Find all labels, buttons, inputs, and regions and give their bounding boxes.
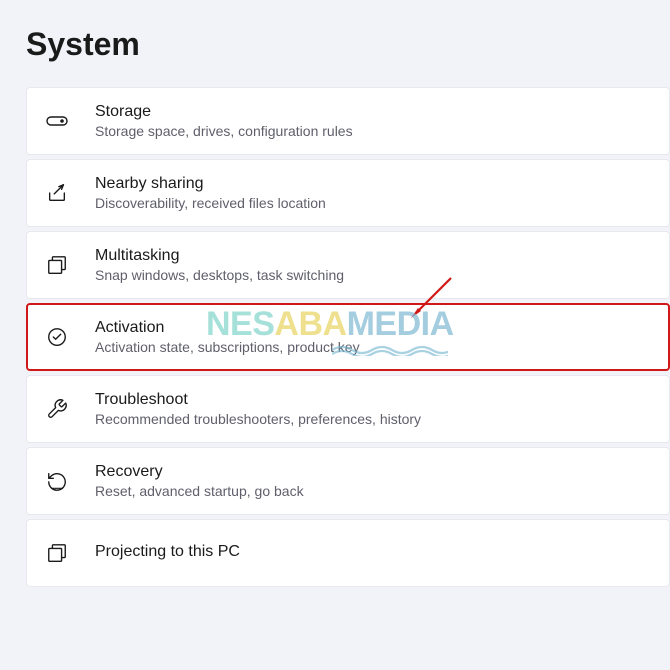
card-subtitle: Recommended troubleshooters, preferences…	[95, 411, 421, 427]
card-subtitle: Discoverability, received files location	[95, 195, 326, 211]
activation-icon	[45, 325, 69, 349]
settings-item-troubleshoot[interactable]: Troubleshoot Recommended troubleshooters…	[26, 375, 670, 443]
settings-item-nearby-sharing[interactable]: Nearby sharing Discoverability, received…	[26, 159, 670, 227]
card-subtitle: Reset, advanced startup, go back	[95, 483, 304, 499]
card-title: Projecting to this PC	[95, 543, 240, 561]
card-title: Activation	[95, 319, 360, 337]
card-title: Troubleshoot	[95, 391, 421, 409]
card-title: Storage	[95, 103, 353, 121]
card-subtitle: Storage space, drives, configuration rul…	[95, 123, 353, 139]
card-subtitle: Snap windows, desktops, task switching	[95, 267, 344, 283]
settings-item-storage[interactable]: Storage Storage space, drives, configura…	[26, 87, 670, 155]
settings-item-projecting[interactable]: Projecting to this PC	[26, 519, 670, 587]
settings-list: Storage Storage space, drives, configura…	[0, 87, 670, 587]
recovery-icon	[45, 469, 69, 493]
troubleshoot-icon	[45, 397, 69, 421]
settings-item-multitasking[interactable]: Multitasking Snap windows, desktops, tas…	[26, 231, 670, 299]
multitasking-icon	[45, 253, 69, 277]
settings-item-recovery[interactable]: Recovery Reset, advanced startup, go bac…	[26, 447, 670, 515]
card-subtitle: Activation state, subscriptions, product…	[95, 339, 360, 355]
projecting-icon	[45, 541, 69, 565]
share-icon	[45, 181, 69, 205]
card-title: Multitasking	[95, 247, 344, 265]
settings-item-activation[interactable]: Activation Activation state, subscriptio…	[26, 303, 670, 371]
card-title: Nearby sharing	[95, 175, 326, 193]
card-title: Recovery	[95, 463, 304, 481]
page-title: System	[0, 0, 670, 87]
storage-icon	[45, 109, 69, 133]
